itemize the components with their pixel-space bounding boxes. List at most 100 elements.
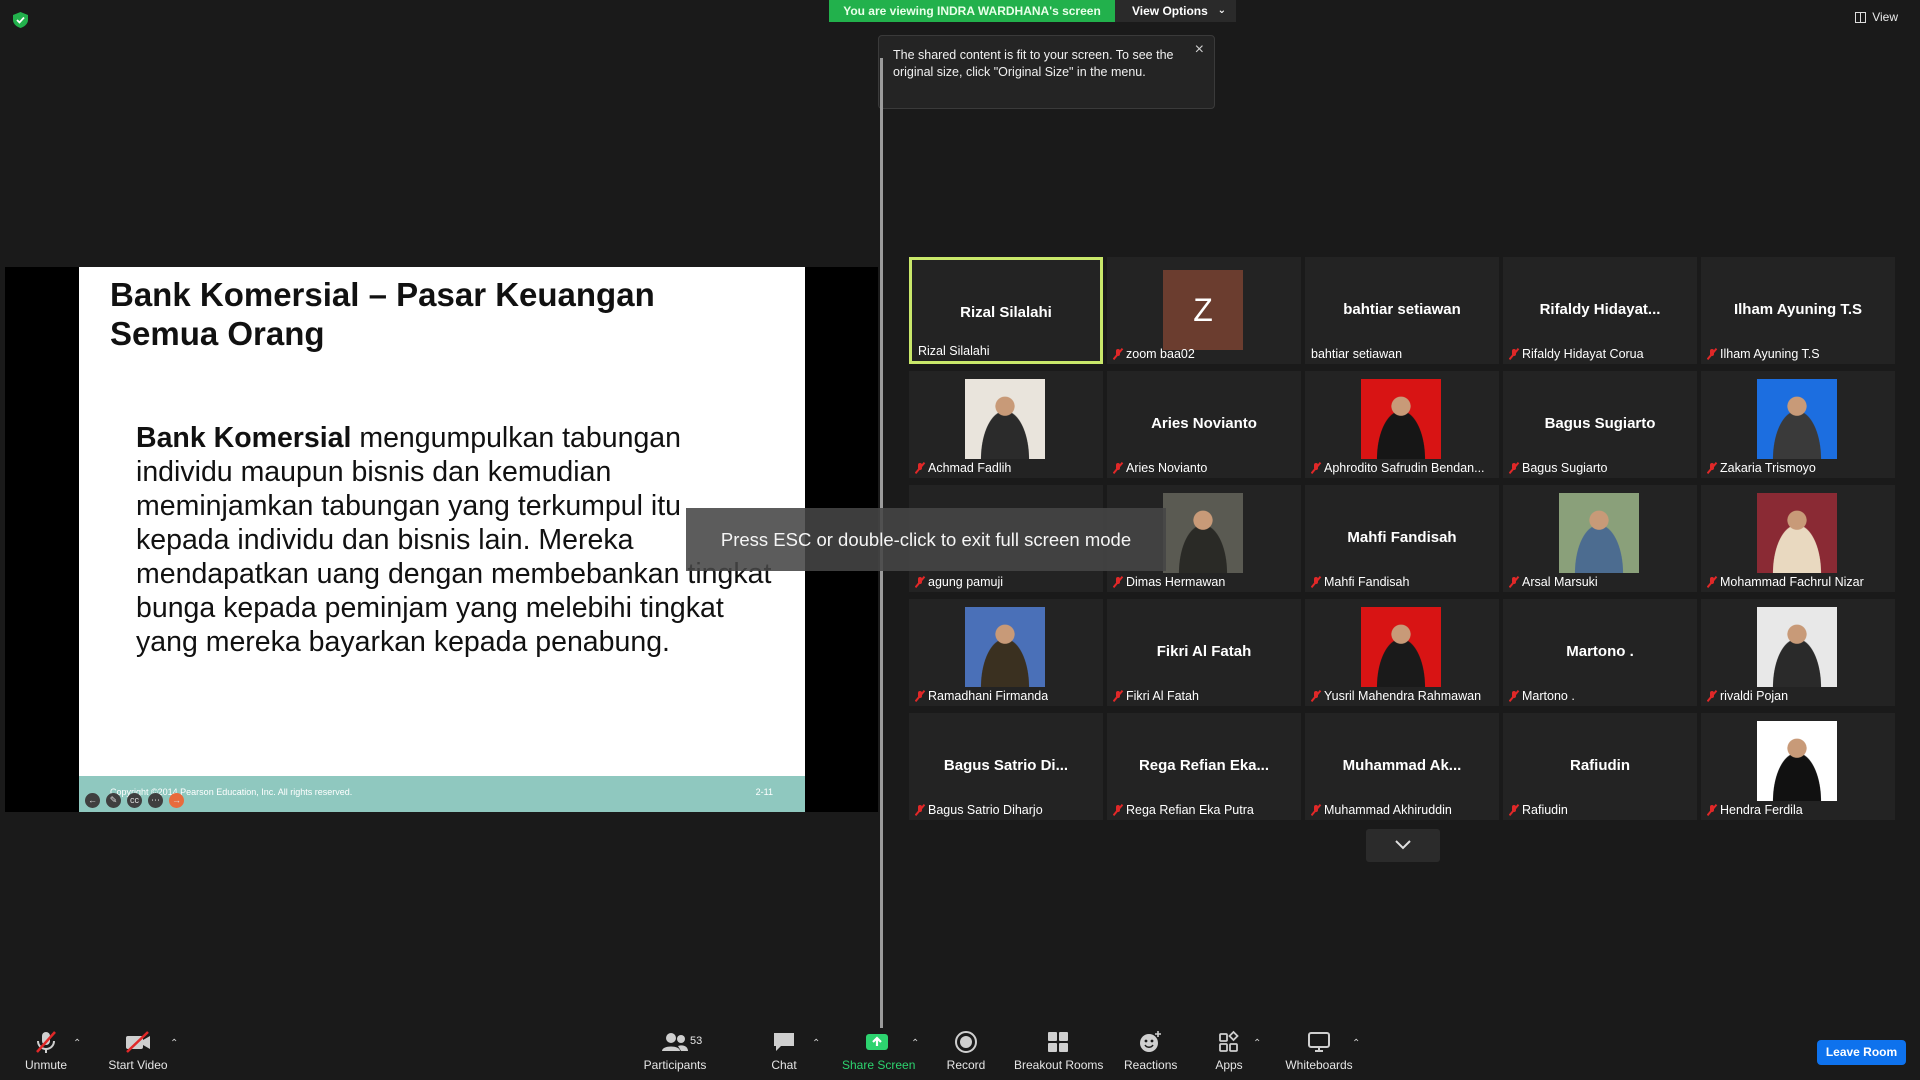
- mic-muted-icon: [1113, 348, 1123, 360]
- participant-name: Hendra Ferdila: [1720, 803, 1803, 817]
- participant-name-label: Hendra Ferdila: [1707, 803, 1803, 817]
- share-options-caret-icon[interactable]: ⌃: [911, 1038, 919, 1049]
- unmute-label: Unmute: [24, 1058, 68, 1072]
- view-options-button[interactable]: View Options ⌄: [1115, 0, 1236, 22]
- chat-label: Chat: [771, 1058, 797, 1072]
- video-options-caret-icon[interactable]: ⌃: [170, 1038, 178, 1049]
- participant-name: Yusril Mahendra Rahmawan: [1324, 689, 1482, 703]
- participant-name: Ramadhani Firmanda: [928, 689, 1049, 703]
- chat-button[interactable]: Chat: [768, 1030, 800, 1072]
- participant-name-label: Dimas Hermawan: [1113, 575, 1225, 589]
- participant-name-label: Bagus Sugiarto: [1509, 461, 1607, 475]
- participant-tile[interactable]: Hendra Ferdila: [1701, 713, 1895, 820]
- mic-muted-icon: [1707, 462, 1717, 474]
- participant-name: Ilham Ayuning T.S: [1720, 347, 1820, 361]
- chat-icon: [774, 1033, 794, 1051]
- participant-photo: [1559, 493, 1639, 573]
- mic-muted-icon: [1707, 690, 1717, 702]
- participant-tile[interactable]: Mahfi Fandisah Mahfi Fandisah: [1305, 485, 1499, 592]
- mic-muted-icon: [1113, 690, 1123, 702]
- participant-tile[interactable]: Mohammad Fachrul Nizar: [1701, 485, 1895, 592]
- share-screen-icon: [866, 1034, 888, 1050]
- participant-display-name: Bagus Sugiarto: [1544, 415, 1656, 432]
- participant-display-name: Martono .: [1566, 643, 1634, 660]
- mic-muted-icon: [1311, 690, 1321, 702]
- fit-screen-tooltip: The shared content is fit to your screen…: [878, 35, 1215, 109]
- participants-count: 53: [690, 1035, 703, 1047]
- record-button[interactable]: Record: [946, 1030, 986, 1072]
- slide-controls: ← ✎ cc ⋯ →: [85, 793, 184, 808]
- mic-muted-icon: [915, 576, 925, 588]
- mic-muted-icon: [1113, 576, 1123, 588]
- participant-display-name: Rizal Silalahi: [960, 304, 1052, 321]
- participant-tile[interactable]: Rizal Silalahi Rizal Silalahi: [909, 257, 1103, 364]
- participant-name-label: Rifaldy Hidayat Corua: [1509, 347, 1644, 361]
- close-icon[interactable]: ×: [1195, 41, 1204, 58]
- participant-tile[interactable]: Rifaldy Hidayat... Rifaldy Hidayat Corua: [1503, 257, 1697, 364]
- participant-name-label: agung pamuji: [915, 575, 1003, 589]
- participant-tile[interactable]: bahtiar setiawan bahtiar setiawan: [1305, 257, 1499, 364]
- participant-name: Mohammad Fachrul Nizar: [1720, 575, 1864, 589]
- start-video-button[interactable]: Start Video: [106, 1030, 170, 1072]
- participant-tile[interactable]: Achmad Fadlih: [909, 371, 1103, 478]
- share-screen-button[interactable]: Share Screen: [842, 1030, 915, 1072]
- participant-name: zoom baa02: [1126, 347, 1195, 361]
- reactions-label: Reactions: [1124, 1058, 1178, 1072]
- participant-name-label: Arsal Marsuki: [1509, 575, 1598, 589]
- mic-muted-icon: [1707, 576, 1717, 588]
- participant-tile[interactable]: Ilham Ayuning T.S Ilham Ayuning T.S: [1701, 257, 1895, 364]
- reactions-button[interactable]: Reactions: [1124, 1030, 1178, 1072]
- gallery-next-page-button[interactable]: [1366, 829, 1440, 862]
- participant-name: Rega Refian Eka Putra: [1126, 803, 1254, 817]
- participant-tile[interactable]: Bagus Satrio Di... Bagus Satrio Diharjo: [909, 713, 1103, 820]
- leave-room-button[interactable]: Leave Room: [1817, 1040, 1906, 1065]
- mic-muted-icon: [915, 804, 925, 816]
- participant-tile[interactable]: Fikri Al Fatah Fikri Al Fatah: [1107, 599, 1301, 706]
- participant-name: Rizal Silalahi: [918, 344, 990, 358]
- mic-muted-icon: [1311, 576, 1321, 588]
- participant-photo: [1361, 607, 1441, 687]
- participant-display-name: Rifaldy Hidayat...: [1539, 301, 1661, 318]
- chat-options-caret-icon[interactable]: ⌃: [812, 1038, 820, 1049]
- participant-photo: [965, 379, 1045, 459]
- participant-tile[interactable]: Rafiudin Rafiudin: [1503, 713, 1697, 820]
- whiteboards-options-caret-icon[interactable]: ⌃: [1352, 1038, 1360, 1049]
- security-shield-icon[interactable]: [13, 12, 28, 28]
- apps-button[interactable]: Apps: [1213, 1030, 1245, 1072]
- breakout-rooms-button[interactable]: Breakout Rooms: [1014, 1030, 1104, 1072]
- record-label: Record: [946, 1058, 986, 1072]
- viewing-screen-banner: You are viewing INDRA WARDHANA's screen: [829, 0, 1115, 22]
- participant-tile[interactable]: Yusril Mahendra Rahmawan: [1305, 599, 1499, 706]
- participant-tile[interactable]: Zzoom baa02: [1107, 257, 1301, 364]
- participant-tile[interactable]: rivaldi Pojan: [1701, 599, 1895, 706]
- participant-tile[interactable]: Rega Refian Eka... Rega Refian Eka Putra: [1107, 713, 1301, 820]
- participant-tile[interactable]: Martono . Martono .: [1503, 599, 1697, 706]
- participant-tile[interactable]: Bagus Sugiarto Bagus Sugiarto: [1503, 371, 1697, 478]
- participant-tile[interactable]: Arsal Marsuki: [1503, 485, 1697, 592]
- participant-tile[interactable]: Ramadhani Firmanda: [909, 599, 1103, 706]
- mic-muted-icon: [1509, 690, 1519, 702]
- participant-display-name: Muhammad Ak...: [1342, 757, 1462, 774]
- participant-name: agung pamuji: [928, 575, 1004, 589]
- participant-name-label: Mahfi Fandisah: [1311, 575, 1409, 589]
- chevron-down-icon: [1395, 840, 1411, 850]
- participant-tile[interactable]: Aphrodito Safrudin Bendan...: [1305, 371, 1499, 478]
- participant-name: Rafiudin: [1522, 803, 1568, 817]
- participant-tile[interactable]: Aries Novianto Aries Novianto: [1107, 371, 1301, 478]
- unmute-button[interactable]: Unmute: [18, 1030, 74, 1072]
- participant-tile[interactable]: Zakaria Trismoyo: [1701, 371, 1895, 478]
- participant-display-name: Fikri Al Fatah: [1156, 643, 1252, 660]
- mic-muted-icon: [915, 462, 925, 474]
- participant-display-name: Mahfi Fandisah: [1347, 529, 1457, 546]
- apps-options-caret-icon[interactable]: ⌃: [1253, 1038, 1261, 1049]
- participant-name-label: Rafiudin: [1509, 803, 1568, 817]
- participant-photo: [965, 607, 1045, 687]
- slide-body-bold: Bank Komersial: [136, 422, 352, 454]
- breakout-rooms-label: Breakout Rooms: [1014, 1058, 1104, 1072]
- audio-options-caret-icon[interactable]: ⌃: [73, 1038, 81, 1049]
- mic-muted-icon: [1311, 804, 1321, 816]
- participant-photo: [1757, 607, 1837, 687]
- whiteboards-button[interactable]: Whiteboards: [1284, 1030, 1354, 1072]
- participant-tile[interactable]: Muhammad Ak... Muhammad Akhiruddin: [1305, 713, 1499, 820]
- view-button[interactable]: View: [1855, 10, 1898, 24]
